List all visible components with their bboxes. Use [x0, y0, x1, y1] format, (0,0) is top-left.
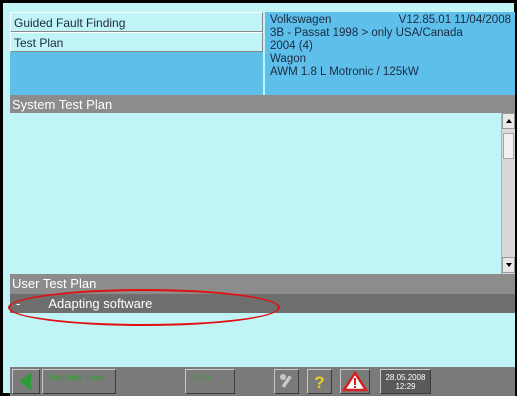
current-time: 12:29	[395, 382, 416, 391]
operating-mode-label: Operating mode	[47, 373, 105, 382]
function-subtitle: Test Plan	[10, 32, 263, 52]
operating-mode-button[interactable]: Operating mode	[42, 369, 116, 394]
date-time-display: 28.05.2008 12:29	[380, 369, 431, 394]
warning-triangle-icon	[341, 370, 369, 392]
vehicle-engine: AWM 1.8 L Motronic / 125kW	[270, 66, 419, 78]
back-arrow-icon	[19, 373, 31, 390]
back-button[interactable]	[12, 369, 40, 394]
tools-button[interactable]	[274, 369, 299, 394]
warning-button[interactable]	[340, 369, 370, 394]
vehicle-body: Wagon	[270, 53, 307, 65]
scroll-thumb[interactable]	[503, 133, 514, 159]
make-version-line: Volkswagen V12.85.01 11/04/2008	[270, 14, 515, 27]
scroll-down-button[interactable]	[502, 257, 515, 273]
goto-label: Go to	[190, 373, 210, 382]
system-test-plan-title: System Test Plan	[10, 95, 515, 113]
goto-button[interactable]: Go to	[185, 369, 235, 394]
bottom-toolbar: Operating mode Go to ? 28.05.2008 12:29	[10, 367, 515, 396]
highlight-ellipse	[8, 289, 280, 326]
scroll-up-arrow-icon	[506, 119, 512, 123]
wrench-icon	[280, 374, 292, 388]
question-mark-icon: ?	[314, 373, 324, 392]
system-test-plan-list[interactable]	[10, 113, 515, 274]
system-test-plan-scrollbar[interactable]	[501, 113, 515, 274]
software-version: V12.85.01 11/04/2008	[398, 14, 511, 26]
header-blank-area	[10, 52, 263, 95]
scroll-down-arrow-icon	[506, 263, 512, 267]
application-window: Guided Fault Finding Test Plan Volkswage…	[0, 0, 517, 396]
current-date: 28.05.2008	[385, 373, 426, 382]
vehicle-make: Volkswagen	[270, 14, 332, 26]
vehicle-model: 3B - Passat 1998 > only USA/Canada	[270, 27, 463, 39]
vehicle-info-panel: Volkswagen V12.85.01 11/04/2008 3B - Pas…	[265, 12, 515, 95]
svg-text:?: ?	[314, 373, 324, 392]
header-left: Guided Fault Finding Test Plan	[10, 12, 263, 95]
vehicle-model-year: 2004 (4)	[270, 40, 313, 52]
scroll-up-button[interactable]	[502, 113, 515, 129]
help-button[interactable]: ?	[307, 369, 332, 394]
function-title: Guided Fault Finding	[10, 12, 263, 32]
